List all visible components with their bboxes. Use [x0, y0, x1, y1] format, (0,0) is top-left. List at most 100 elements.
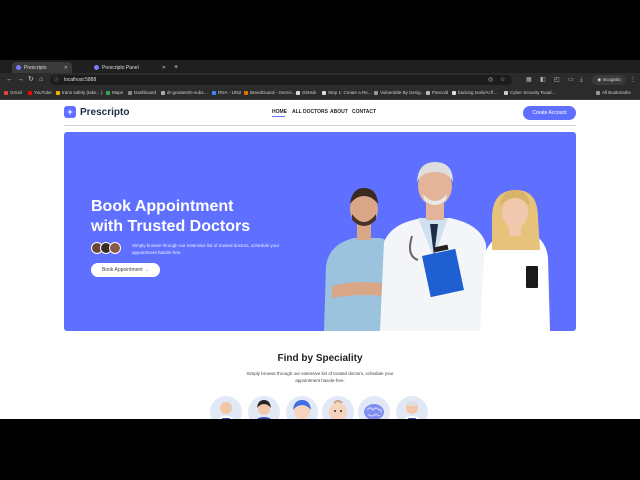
- eye-off-icon[interactable]: ◎: [488, 76, 493, 84]
- incognito-label: Incognito: [602, 77, 621, 82]
- plus-logo-icon: +: [64, 106, 76, 118]
- nav-all-doctors[interactable]: ALL DOCTORS: [292, 109, 328, 115]
- bookmark-maps[interactable]: Maps: [106, 89, 123, 97]
- all-bookmarks-label: All Bookmarks: [602, 90, 631, 95]
- bookmark-label: hacking tools/AI fl…: [458, 90, 498, 95]
- bookmark-cyber-security[interactable]: Cyber Security Road…: [504, 89, 556, 97]
- bookmark-icon: [212, 91, 216, 95]
- bookmark-label: trans safety (take…): [62, 90, 103, 95]
- bookmark-label: GitHub: [302, 90, 317, 95]
- bookmark-label: RNA - 1052: [218, 90, 242, 95]
- star-icon[interactable]: ☆: [500, 76, 505, 84]
- bookmark-trans-safety[interactable]: trans safety (take…): [56, 89, 103, 97]
- bookmark-vulnerable[interactable]: Vulnerable By Desig…: [374, 89, 425, 97]
- web-page: + Prescripto HOME ALL DOCTORS ABOUT CONT…: [0, 100, 640, 419]
- doctors-image: [324, 162, 550, 331]
- github-icon: [452, 91, 456, 95]
- bookmark-icon: [244, 91, 248, 95]
- logo-text: Prescripto: [80, 106, 130, 118]
- book-appointment-button[interactable]: Book Appointment →: [91, 263, 160, 277]
- tab-label: Prescripto: [24, 64, 47, 71]
- bookmarks-bar: Gmail YouTube trans safety (take…) Maps …: [0, 87, 640, 100]
- github-icon: [322, 91, 326, 95]
- nav-divider: [64, 125, 576, 126]
- bookmark-label: Vulnerable By Desig…: [380, 90, 426, 95]
- bookmark-icon: [128, 91, 132, 95]
- bookmark-rna[interactable]: RNA - 1052: [212, 89, 241, 97]
- bookmark-label: Step 1: Create a Re…: [328, 90, 373, 95]
- speciality-title: Find by Speciality: [277, 353, 363, 364]
- gynecologist-icon[interactable]: [248, 396, 280, 419]
- hero-title-line-1: Book Appointment: [91, 198, 234, 215]
- split-view-icon[interactable]: ▭: [568, 76, 574, 84]
- gmail-icon: [4, 91, 8, 95]
- neurologist-icon[interactable]: [358, 396, 390, 419]
- bookmark-breedguard[interactable]: BreedGuard - Overvi…: [244, 89, 296, 97]
- bookmark-label: YouTube: [34, 90, 52, 95]
- youtube-icon: [28, 91, 32, 95]
- bookmark-hacking-tools[interactable]: hacking tools/AI fl…: [452, 89, 498, 97]
- pediatrician-icon[interactable]: [322, 396, 354, 419]
- folder-icon: [596, 91, 600, 95]
- extension-icon[interactable]: ▦: [526, 76, 532, 84]
- new-tab-button[interactable]: +: [172, 62, 182, 73]
- github-icon: [296, 91, 300, 95]
- bookmark-pancold[interactable]: Pancold: [426, 89, 448, 97]
- bookmark-label: Cyber Security Road…: [510, 90, 557, 95]
- letterbox-bottom: [0, 419, 640, 480]
- bookmark-step-1[interactable]: Step 1: Create a Re…: [322, 89, 372, 97]
- menu-icon[interactable]: ⋮: [630, 76, 636, 84]
- hero-banner: Book Appointment with Trusted Doctors Si…: [64, 132, 576, 331]
- back-icon[interactable]: ←: [6, 76, 13, 84]
- bookmark-github[interactable]: GitHub: [296, 89, 316, 97]
- site-info-icon[interactable]: ⓘ: [54, 75, 59, 85]
- close-tab-icon[interactable]: ✕: [64, 65, 68, 71]
- bookmark-youtube[interactable]: YouTube: [28, 89, 52, 97]
- bookmark-gmail[interactable]: Gmail: [4, 89, 22, 97]
- bookmark-icon: [504, 91, 508, 95]
- home-icon[interactable]: ⌂: [39, 76, 43, 84]
- bookmark-dashboard[interactable]: Dashboard: [128, 89, 156, 97]
- bookmark-label: Gmail: [10, 90, 22, 95]
- bookmark-icon: [426, 91, 430, 95]
- address-url: localhost:5888: [64, 77, 97, 83]
- browser-toolbar: ← → ↻ ⌂ ⓘ localhost:5888 ◎ ☆ ▦ ◧ ◰ ▭ ⤓ ◉…: [0, 73, 640, 87]
- tab-prescripto-panel[interactable]: Prescripto Panel ✕: [90, 62, 170, 73]
- tab-prescripto[interactable]: Prescripto ✕: [12, 62, 72, 73]
- bookmark-label: dr-greatest/n-subs…: [167, 90, 209, 95]
- all-bookmarks[interactable]: All Bookmarks: [596, 89, 631, 97]
- download-icon[interactable]: ⤓: [580, 76, 583, 84]
- nav-home[interactable]: HOME: [272, 109, 287, 115]
- bookmark-label: Pancold: [432, 90, 449, 95]
- reload-icon[interactable]: ↻: [28, 76, 34, 84]
- prescripto-favicon-icon: [16, 65, 21, 70]
- bookmark-icon: [374, 91, 378, 95]
- dermatologist-icon[interactable]: [286, 396, 318, 419]
- bookmark-icon: [161, 91, 165, 95]
- hero-title: Book Appointment with Trusted Doctors: [91, 197, 291, 237]
- hero-title-line-2: with Trusted Doctors: [91, 218, 251, 235]
- speciality-description: Simply browse through our extensive list…: [246, 371, 394, 383]
- bookmark-label: BreedGuard - Overvi…: [250, 90, 297, 95]
- hero-description: Simply browse through our extensive list…: [132, 243, 280, 255]
- prescripto-favicon-icon: [94, 65, 99, 70]
- tab-label: Prescripto Panel: [102, 64, 139, 71]
- avatar: [109, 242, 121, 254]
- incognito-badge[interactable]: ◉ Incognito: [592, 75, 626, 85]
- nav-about[interactable]: ABOUT: [330, 109, 348, 115]
- address-bar[interactable]: ⓘ localhost:5888: [50, 75, 512, 85]
- close-tab-icon[interactable]: ✕: [162, 65, 166, 71]
- create-account-button[interactable]: Create Account: [523, 106, 576, 120]
- bookmark-label: Maps: [112, 90, 124, 95]
- gastroenterologist-icon[interactable]: [396, 396, 428, 419]
- doctor-right-illustration: [480, 190, 550, 331]
- nav-contact[interactable]: CONTACT: [352, 109, 376, 115]
- doctor-center-illustration: [380, 162, 490, 331]
- site-logo[interactable]: + Prescripto: [64, 106, 129, 118]
- extension-icon[interactable]: ◧: [540, 76, 546, 84]
- forward-icon[interactable]: →: [17, 76, 24, 84]
- general-physician-icon[interactable]: [210, 396, 242, 419]
- extension-icon[interactable]: ◰: [554, 76, 560, 84]
- maps-icon: [106, 91, 110, 95]
- bookmark-dr-greatest[interactable]: dr-greatest/n-subs…: [161, 89, 208, 97]
